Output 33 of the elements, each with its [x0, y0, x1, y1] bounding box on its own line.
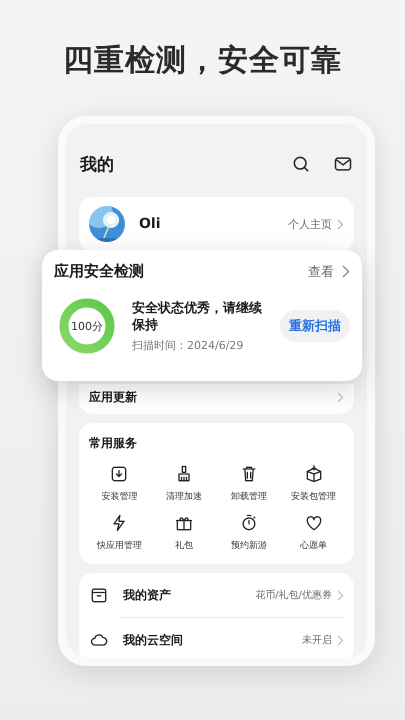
list-row[interactable]: 我的资产 花币/礼包/优惠券	[89, 573, 344, 617]
page-title: 我的	[79, 154, 115, 176]
view-link[interactable]: 查看	[308, 262, 334, 280]
list-row[interactable]: 我的云空间 未开启	[89, 618, 344, 658]
service-item[interactable]: 卸载管理	[216, 464, 282, 503]
row-label: 应用更新	[89, 388, 138, 406]
heart-icon	[304, 513, 324, 533]
service-item[interactable]: 快应用管理	[87, 513, 152, 552]
search-icon[interactable]	[291, 154, 311, 174]
chevron-icon	[337, 218, 344, 230]
score-value: 100分	[70, 318, 104, 334]
service-item[interactable]: 预约新游	[216, 513, 282, 552]
rescan-button[interactable]: 重新扫描	[280, 310, 350, 342]
service-item[interactable]: 礼包	[152, 513, 216, 552]
service-item[interactable]: 安装管理	[87, 464, 152, 503]
chevron-icon	[337, 590, 344, 600]
user-name: Oli	[139, 216, 162, 232]
service-item[interactable]: 安装包管理	[281, 464, 346, 503]
headline: 四重检测，安全可靠	[62, 42, 343, 80]
profile-card[interactable]: Oli 个人主页	[79, 197, 354, 251]
scan-time: 扫描时间：2024/6/29	[132, 338, 244, 352]
download-box-icon	[109, 464, 130, 484]
service-item[interactable]: 清理加速	[152, 464, 216, 503]
status-text: 安全状态优秀，请继续保持	[132, 300, 263, 334]
service-item[interactable]: 心愿单	[281, 513, 346, 552]
chevron-icon	[342, 265, 350, 278]
card-title: 应用安全检测	[54, 262, 145, 281]
update-row[interactable]: 应用更新	[79, 384, 354, 414]
chevron-icon	[337, 392, 344, 402]
profile-link[interactable]: 个人主页	[288, 216, 332, 232]
chevron-icon	[337, 634, 344, 646]
package-icon	[304, 464, 324, 484]
section-title: 常用服务	[88, 435, 138, 452]
